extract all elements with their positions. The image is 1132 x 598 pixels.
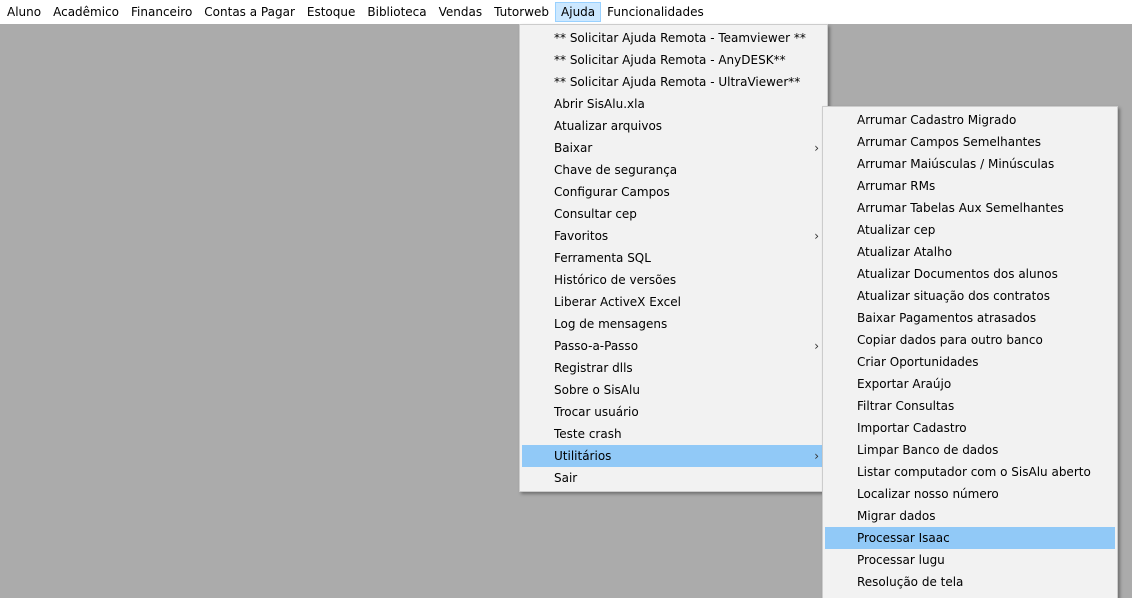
menu-item-exportar-araujo[interactable]: Exportar Araújo bbox=[825, 373, 1115, 395]
menu-item-sobre-o-sisalu[interactable]: Sobre o SisAlu bbox=[522, 379, 825, 401]
menu-item-atualizar-arquivos[interactable]: Atualizar arquivos bbox=[522, 115, 825, 137]
menu-item-atualizar-situacao-dos-contratos[interactable]: Atualizar situação dos contratos bbox=[825, 285, 1115, 307]
menubar-item-vendas[interactable]: Vendas bbox=[433, 2, 489, 22]
menu-item-consultar-cep[interactable]: Consultar cep bbox=[522, 203, 825, 225]
menubar-item-estoque[interactable]: Estoque bbox=[301, 2, 362, 22]
menubar-item-funcionalidades[interactable]: Funcionalidades bbox=[601, 2, 710, 22]
menu-item-liberar-activex-excel[interactable]: Liberar ActiveX Excel bbox=[522, 291, 825, 313]
menu-item-favoritos[interactable]: Favoritos › bbox=[522, 225, 825, 247]
menu-item-limpar-banco-de-dados[interactable]: Limpar Banco de dados bbox=[825, 439, 1115, 461]
menu-item-arrumar-campos-semelhantes[interactable]: Arrumar Campos Semelhantes bbox=[825, 131, 1115, 153]
menu-item-localizar-nosso-numero[interactable]: Localizar nosso número bbox=[825, 483, 1115, 505]
menu-item-ajuda-remota-anydesk[interactable]: ** Solicitar Ajuda Remota - AnyDESK** bbox=[522, 49, 825, 71]
menu-item-baixar[interactable]: Baixar › bbox=[522, 137, 825, 159]
menubar: Aluno Acadêmico Financeiro Contas a Paga… bbox=[0, 0, 1132, 24]
menu-item-ajuda-remota-teamviewer[interactable]: ** Solicitar Ajuda Remota - Teamviewer *… bbox=[522, 27, 825, 49]
ajuda-dropdown-menu: ** Solicitar Ajuda Remota - Teamviewer *… bbox=[519, 24, 828, 492]
menubar-item-financeiro[interactable]: Financeiro bbox=[125, 2, 198, 22]
menu-item-label: Baixar bbox=[554, 141, 593, 155]
menu-item-criar-oportunidades[interactable]: Criar Oportunidades bbox=[825, 351, 1115, 373]
menubar-item-tutorweb[interactable]: Tutorweb bbox=[488, 2, 555, 22]
menu-item-registrar-dlls[interactable]: Registrar dlls bbox=[522, 357, 825, 379]
menu-item-abrir-sisalu-xla[interactable]: Abrir SisAlu.xla bbox=[522, 93, 825, 115]
menu-item-configurar-campos[interactable]: Configurar Campos bbox=[522, 181, 825, 203]
menu-item-trocar-usuario[interactable]: Trocar usuário bbox=[522, 401, 825, 423]
menu-item-arrumar-maiusculas-minusculas[interactable]: Arrumar Maiúsculas / Minúsculas bbox=[825, 153, 1115, 175]
menu-item-atualizar-documentos-dos-alunos[interactable]: Atualizar Documentos dos alunos bbox=[825, 263, 1115, 285]
menu-item-atualizar-atalho[interactable]: Atualizar Atalho bbox=[825, 241, 1115, 263]
menu-item-arrumar-cadastro-migrado[interactable]: Arrumar Cadastro Migrado bbox=[825, 109, 1115, 131]
menu-item-filtrar-consultas[interactable]: Filtrar Consultas bbox=[825, 395, 1115, 417]
chevron-right-icon: › bbox=[814, 229, 819, 243]
menubar-item-contas-a-pagar[interactable]: Contas a Pagar bbox=[198, 2, 301, 22]
menu-item-copiar-dados-para-outro-banco[interactable]: Copiar dados para outro banco bbox=[825, 329, 1115, 351]
menu-item-migrar-dados[interactable]: Migrar dados bbox=[825, 505, 1115, 527]
menu-item-processar-lugu[interactable]: Processar lugu bbox=[825, 549, 1115, 571]
menu-item-processar-isaac[interactable]: Processar Isaac bbox=[825, 527, 1115, 549]
menu-item-label: Utilitários bbox=[554, 449, 612, 463]
menu-item-importar-cadastro[interactable]: Importar Cadastro bbox=[825, 417, 1115, 439]
menu-item-label: Passo-a-Passo bbox=[554, 339, 639, 353]
menu-item-listar-computador-sisalu-aberto[interactable]: Listar computador com o SisAlu aberto bbox=[825, 461, 1115, 483]
menubar-item-academico[interactable]: Acadêmico bbox=[47, 2, 125, 22]
menu-item-passo-a-passo[interactable]: Passo-a-Passo › bbox=[522, 335, 825, 357]
menubar-item-biblioteca[interactable]: Biblioteca bbox=[361, 2, 432, 22]
menubar-item-aluno[interactable]: Aluno bbox=[1, 2, 47, 22]
menu-item-arrumar-tabelas-aux-semelhantes[interactable]: Arrumar Tabelas Aux Semelhantes bbox=[825, 197, 1115, 219]
chevron-right-icon: › bbox=[814, 449, 819, 463]
menu-item-teste-crash[interactable]: Teste crash bbox=[522, 423, 825, 445]
menu-item-ferramenta-sql[interactable]: Ferramenta SQL bbox=[522, 247, 825, 269]
menu-item-log-de-mensagens[interactable]: Log de mensagens bbox=[522, 313, 825, 335]
chevron-right-icon: › bbox=[814, 339, 819, 353]
chevron-right-icon: › bbox=[814, 141, 819, 155]
menu-item-utilitarios[interactable]: Utilitários › bbox=[522, 445, 825, 467]
menu-item-chave-de-seguranca[interactable]: Chave de segurança bbox=[522, 159, 825, 181]
menu-item-ajuda-remota-ultraviewer[interactable]: ** Solicitar Ajuda Remota - UltraViewer*… bbox=[522, 71, 825, 93]
menu-item-baixar-pagamentos-atrasados[interactable]: Baixar Pagamentos atrasados bbox=[825, 307, 1115, 329]
menubar-item-ajuda[interactable]: Ajuda bbox=[555, 2, 602, 22]
menu-item-resolucao-de-tela[interactable]: Resolução de tela bbox=[825, 571, 1115, 593]
menu-item-sair[interactable]: Sair bbox=[522, 467, 825, 489]
desktop-background: Aluno Acadêmico Financeiro Contas a Paga… bbox=[0, 0, 1132, 598]
menu-item-atualizar-cep[interactable]: Atualizar cep bbox=[825, 219, 1115, 241]
menu-item-label: Favoritos bbox=[554, 229, 609, 243]
menu-item-arrumar-rms[interactable]: Arrumar RMs bbox=[825, 175, 1115, 197]
utilitarios-submenu: Arrumar Cadastro Migrado Arrumar Campos … bbox=[822, 106, 1118, 598]
menu-item-historico-de-versoes[interactable]: Histórico de versões bbox=[522, 269, 825, 291]
